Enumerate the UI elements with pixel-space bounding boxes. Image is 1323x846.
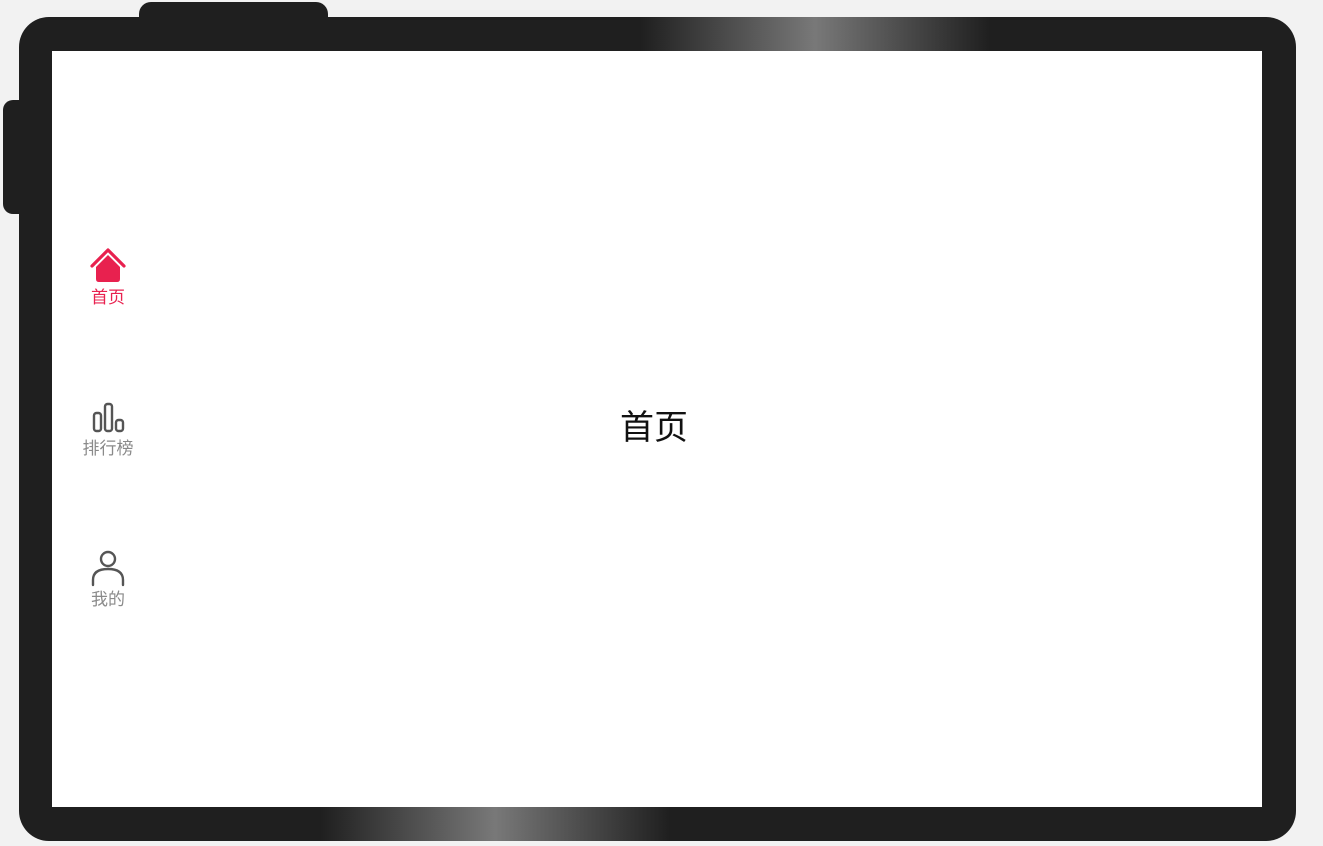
home-icon xyxy=(90,248,126,282)
nav-item-home[interactable]: 首页 xyxy=(52,243,164,333)
nav-item-ranking[interactable]: 排行榜 xyxy=(52,394,164,484)
side-navigation: 首页 排行榜 我的 xyxy=(52,51,164,807)
frame-glare-top xyxy=(640,17,990,51)
person-icon xyxy=(91,550,125,587)
frame-glare-bottom xyxy=(320,807,670,841)
page-title: 首页 xyxy=(620,408,688,448)
nav-item-label: 首页 xyxy=(91,288,125,308)
app-screen: 首页 排行榜 我的 首页 xyxy=(52,51,1262,807)
bar-chart-icon xyxy=(92,402,125,433)
nav-item-label: 排行榜 xyxy=(82,439,134,459)
nav-item-label: 我的 xyxy=(91,590,125,610)
nav-item-mine[interactable]: 我的 xyxy=(52,545,164,635)
